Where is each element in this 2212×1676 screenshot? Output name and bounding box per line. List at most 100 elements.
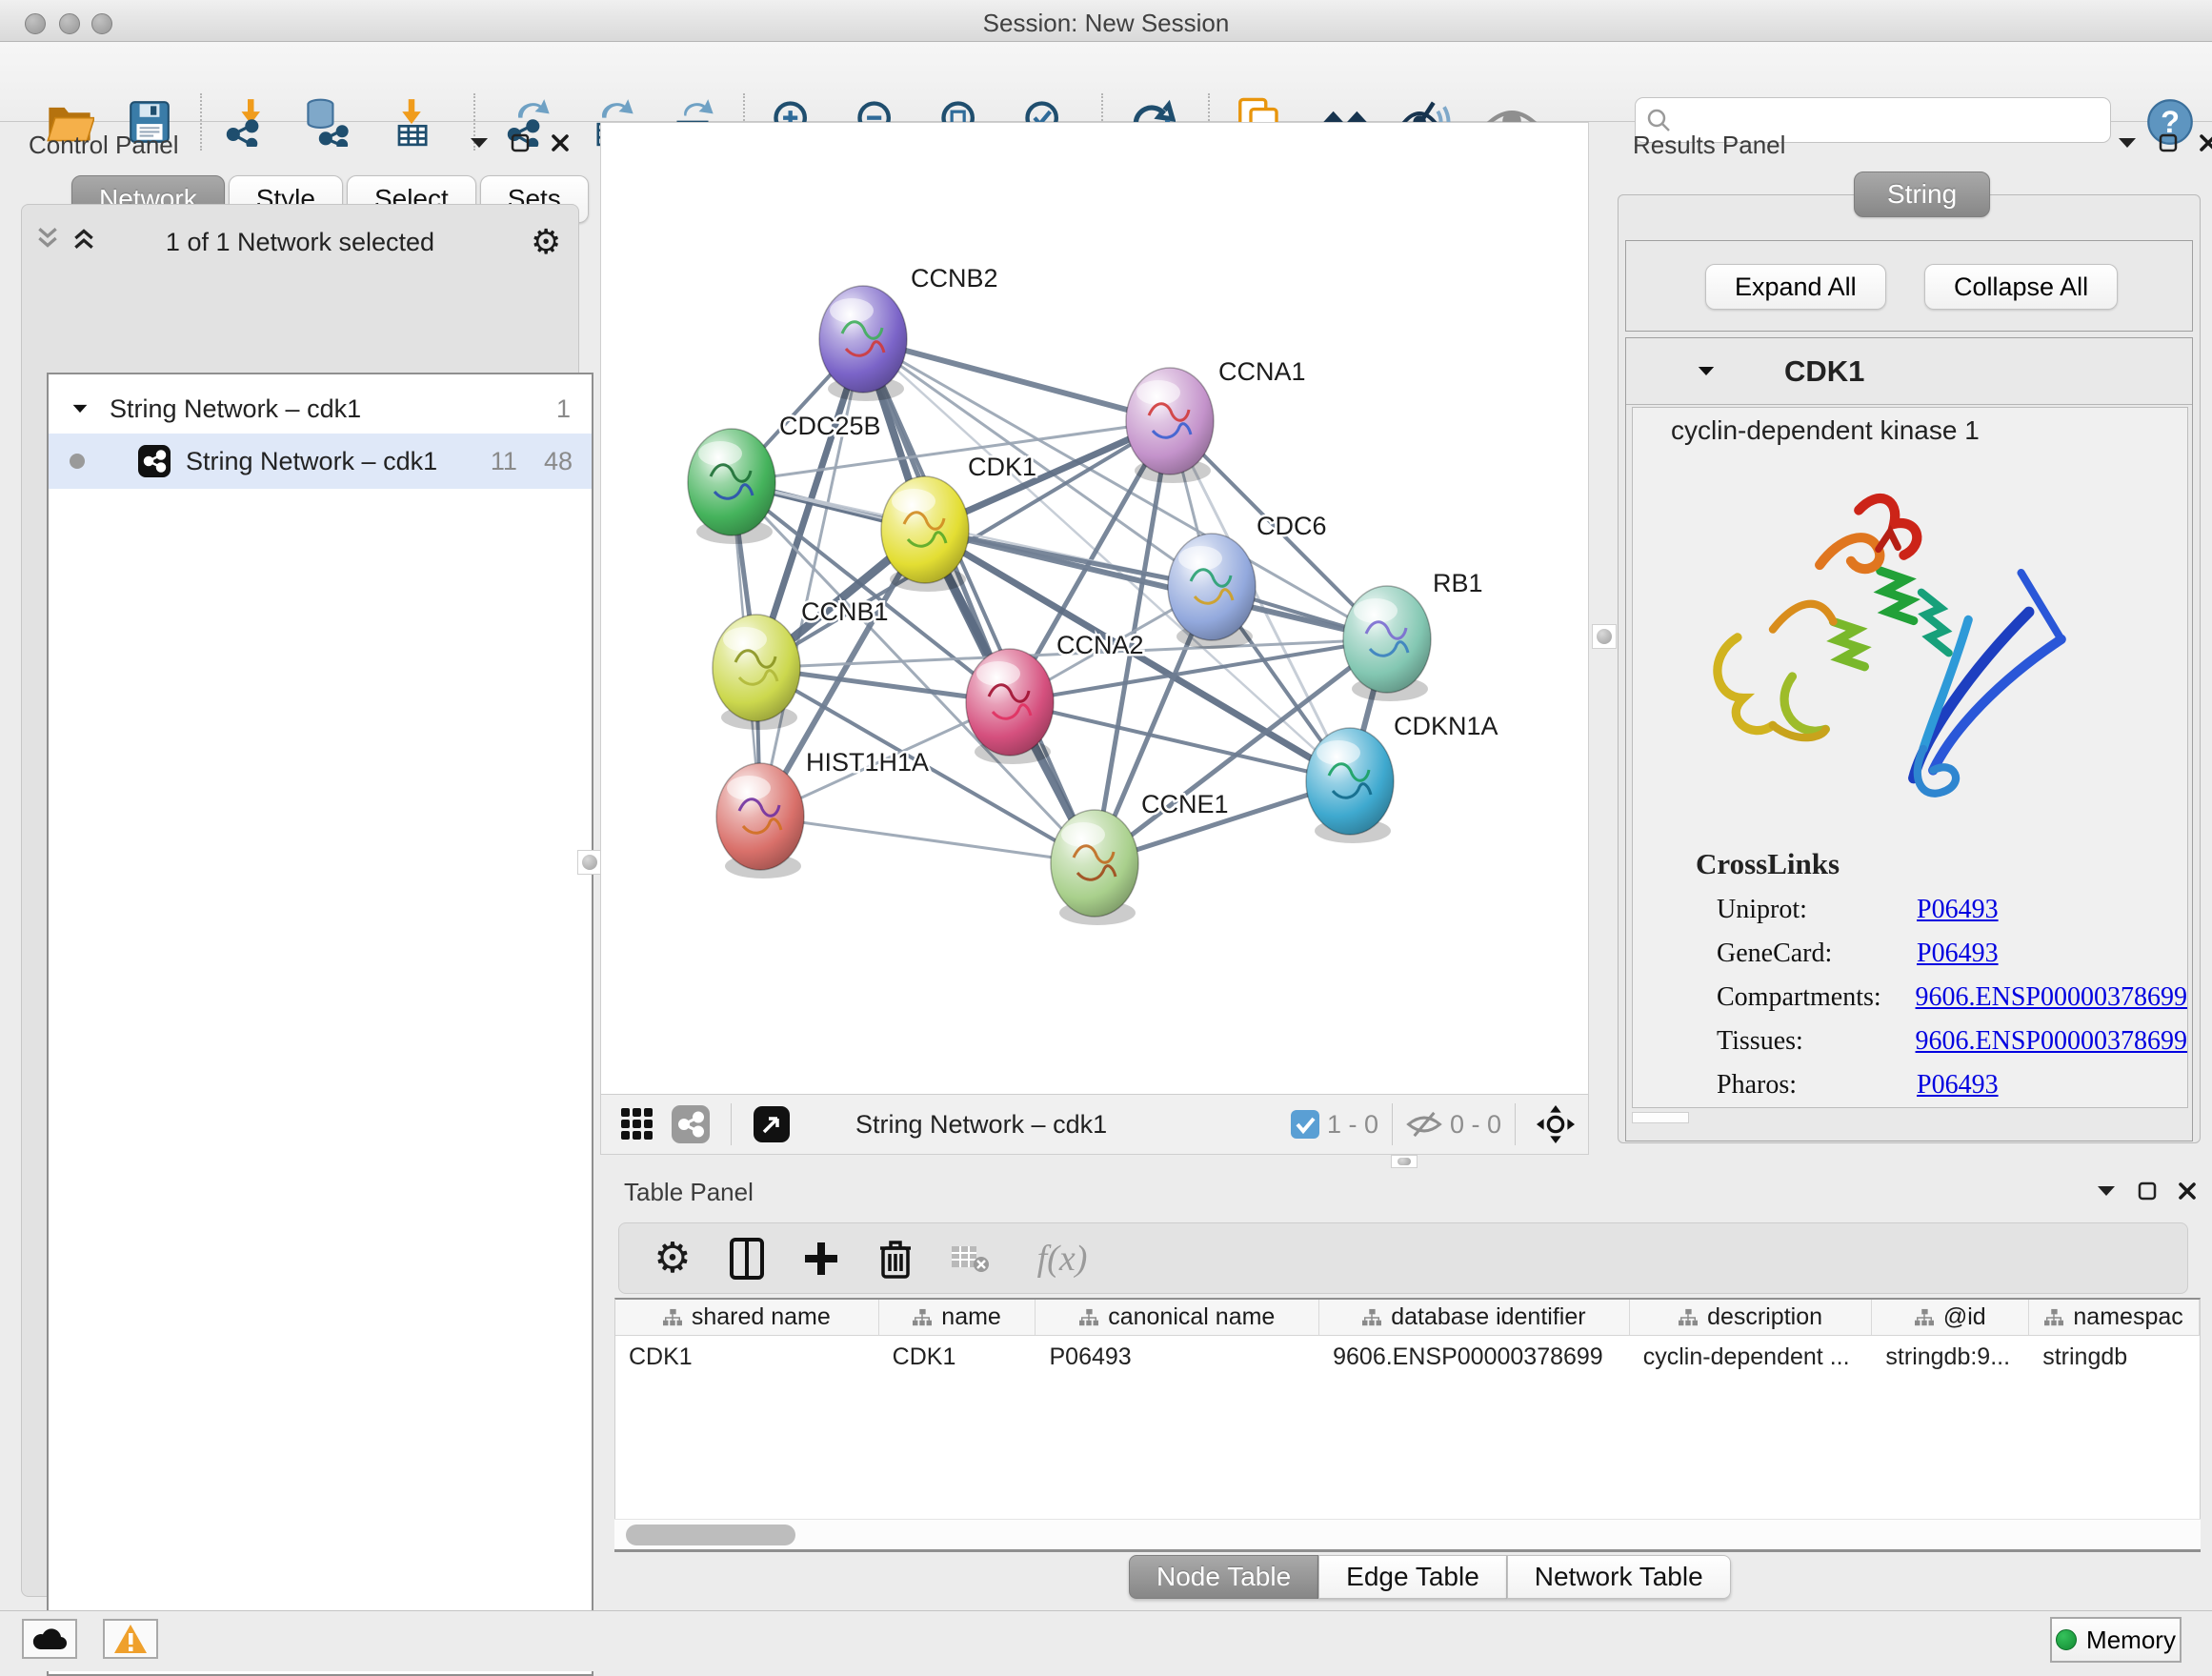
grid-icon — [620, 1107, 654, 1141]
column-header-canonical-name[interactable]: canonical name — [1036, 1300, 1319, 1335]
node-label-CCNB2: CCNB2 — [911, 264, 998, 293]
attribute-icon — [663, 1308, 682, 1327]
protein-section: CDK1 cyclin-dependent kinase 1 — [1625, 337, 2193, 1141]
grid-view-button[interactable] — [611, 1100, 664, 1149]
crosslink-label: GeneCard: — [1717, 939, 1917, 969]
network-canvas[interactable]: CCNB2CCNA1CDC25BCDK1CDC6RB1CCNB1CCNA2CDK… — [601, 123, 1588, 1093]
column-header-shared-name[interactable]: shared name — [615, 1300, 879, 1335]
crosslink-genecard-link[interactable]: P06493 — [1917, 939, 1999, 969]
hidden-eye-icon[interactable] — [1406, 1109, 1442, 1140]
results-scrollbar-thumb[interactable] — [1632, 1112, 1689, 1123]
tab-node-table[interactable]: Node Table — [1129, 1555, 1318, 1599]
node-RB1[interactable]: RB1 — [1343, 569, 1483, 701]
trash-icon — [879, 1239, 912, 1279]
status-bar: Memory — [0, 1610, 2212, 1671]
panel-menu-icon[interactable] — [2096, 1183, 2117, 1199]
node-CCNA1[interactable]: CCNA1 — [1126, 357, 1306, 483]
tab-network-table[interactable]: Network Table — [1507, 1555, 1731, 1599]
crosslinks-heading: CrossLinks — [1696, 847, 2187, 881]
cell-database-identifier[interactable]: 9606.ENSP00000378699 — [1319, 1343, 1630, 1371]
selected-checkbox-icon[interactable] — [1291, 1110, 1319, 1139]
close-panel-icon[interactable] — [2178, 1181, 2197, 1201]
column-header-database-identifier[interactable]: database identifier — [1319, 1300, 1630, 1335]
column-header-name[interactable]: name — [879, 1300, 1036, 1335]
protein-section-header[interactable]: CDK1 — [1626, 338, 2192, 405]
cell-canonical-name[interactable]: P06493 — [1036, 1343, 1319, 1371]
network-status-dot — [70, 454, 85, 469]
network-row[interactable]: String Network – cdk1 11 48 — [49, 434, 592, 489]
protein-name: CDK1 — [1784, 354, 1864, 389]
network-view: CCNB2CCNA1CDC25BCDK1CDC6RB1CCNB1CCNA2CDK… — [600, 122, 1589, 1155]
node-HIST1H1A[interactable]: HIST1H1A — [716, 748, 929, 878]
show-columns-button[interactable] — [722, 1232, 772, 1285]
crosslink-pharos-link[interactable]: P06493 — [1917, 1070, 1999, 1101]
network-collection-row[interactable]: String Network – cdk1 1 — [49, 384, 592, 434]
table-h-scrollbar-thumb[interactable] — [626, 1525, 795, 1545]
float-panel-icon[interactable] — [2138, 1181, 2157, 1201]
table-toolbar: ⚙ f(x) — [618, 1222, 2188, 1294]
crosslink-label: Pharos: — [1717, 1070, 1917, 1101]
memory-label: Memory — [2086, 1626, 2176, 1655]
memory-button[interactable]: Memory — [2050, 1617, 2182, 1663]
fx-icon: f(x) — [1037, 1238, 1088, 1280]
node-CDC6[interactable]: CDC6 — [1168, 512, 1327, 649]
crosslink-row: Tissues: 9606.ENSP00000378699 — [1717, 1026, 2187, 1057]
float-panel-icon[interactable] — [2159, 133, 2178, 152]
network-options-gear-icon[interactable]: ⚙ — [531, 222, 561, 262]
attribute-icon — [2044, 1308, 2063, 1327]
panel-menu-icon[interactable] — [2117, 135, 2138, 151]
expand-all-button[interactable]: Expand All — [1705, 264, 1886, 310]
protein-description: cyclin-dependent kinase 1 — [1671, 415, 2187, 446]
node-CCNE1[interactable]: CCNE1 — [1051, 790, 1229, 925]
close-panel-icon[interactable] — [2199, 133, 2212, 152]
section-collapse-icon[interactable] — [1697, 364, 1716, 378]
node-label-CCNA2: CCNA2 — [1056, 631, 1144, 659]
delete-column-button[interactable] — [871, 1232, 920, 1285]
crosslink-tissues-link[interactable]: 9606.ENSP00000378699 — [1916, 1026, 2187, 1057]
collection-expand-icon[interactable] — [71, 402, 89, 415]
hidden-counts: 0 - 0 — [1450, 1110, 1501, 1140]
cloud-status-button[interactable] — [22, 1619, 77, 1659]
bottom-splitter-handle[interactable] — [1391, 1155, 1418, 1168]
control-panel: Control Panel Network Style Select Sets … — [0, 122, 600, 1605]
collapse-all-button[interactable]: Collapse All — [1924, 264, 2118, 310]
table-panel-title: Table Panel — [624, 1178, 754, 1207]
column-header-description[interactable]: description — [1630, 1300, 1873, 1335]
cell-description[interactable]: cyclin-dependent ... — [1630, 1343, 1873, 1371]
cell-name[interactable]: CDK1 — [879, 1343, 1036, 1371]
footer-separator — [1392, 1103, 1393, 1145]
close-panel-icon[interactable] — [551, 133, 570, 152]
float-panel-icon[interactable] — [511, 133, 530, 152]
warnings-button[interactable] — [103, 1619, 158, 1659]
column-header-namespac[interactable]: namespac — [2029, 1300, 2200, 1335]
attribute-icon — [1915, 1308, 1934, 1327]
network-tree: String Network – cdk1 1 String Network –… — [47, 373, 593, 1676]
cell-shared-name[interactable]: CDK1 — [615, 1343, 879, 1371]
window-title: Session: New Session — [0, 9, 2212, 38]
detach-view-button[interactable] — [745, 1100, 798, 1149]
crosslink-compartments-link[interactable]: 9606.ENSP00000378699 — [1916, 982, 2187, 1013]
create-column-button[interactable] — [796, 1232, 846, 1285]
footer-separator — [1515, 1103, 1516, 1145]
network-edge-count: 48 — [544, 447, 573, 476]
crosslink-uniprot-link[interactable]: P06493 — [1917, 895, 1999, 925]
right-splitter-handle[interactable] — [1592, 624, 1617, 649]
node-CDKN1A[interactable]: CDKN1A — [1306, 712, 1498, 843]
pan-mode-button[interactable] — [1529, 1100, 1582, 1149]
tab-edge-table[interactable]: Edge Table — [1318, 1555, 1507, 1599]
function-builder-button[interactable]: f(x) — [1019, 1232, 1105, 1285]
node-label-CDKN1A: CDKN1A — [1394, 712, 1498, 740]
network-view-mode-button[interactable] — [664, 1100, 717, 1149]
table-options-button[interactable]: ⚙ — [648, 1232, 697, 1285]
column-header-@id[interactable]: @id — [1872, 1300, 2029, 1335]
tab-string[interactable]: String — [1854, 172, 1990, 217]
network-node-count: 11 — [491, 447, 517, 476]
network-view-toolbar: String Network – cdk1 1 - 0 0 - 0 — [601, 1094, 1588, 1154]
table-row[interactable]: CDK1CDK1P064939606.ENSP00000378699cyclin… — [615, 1336, 2200, 1378]
delete-table-button[interactable] — [945, 1232, 995, 1285]
left-splitter-handle[interactable] — [577, 850, 602, 875]
cell-namespac[interactable]: stringdb — [2029, 1343, 2200, 1371]
panel-menu-icon[interactable] — [469, 135, 490, 151]
warning-icon — [113, 1624, 148, 1654]
cell-@id[interactable]: stringdb:9... — [1872, 1343, 2029, 1371]
